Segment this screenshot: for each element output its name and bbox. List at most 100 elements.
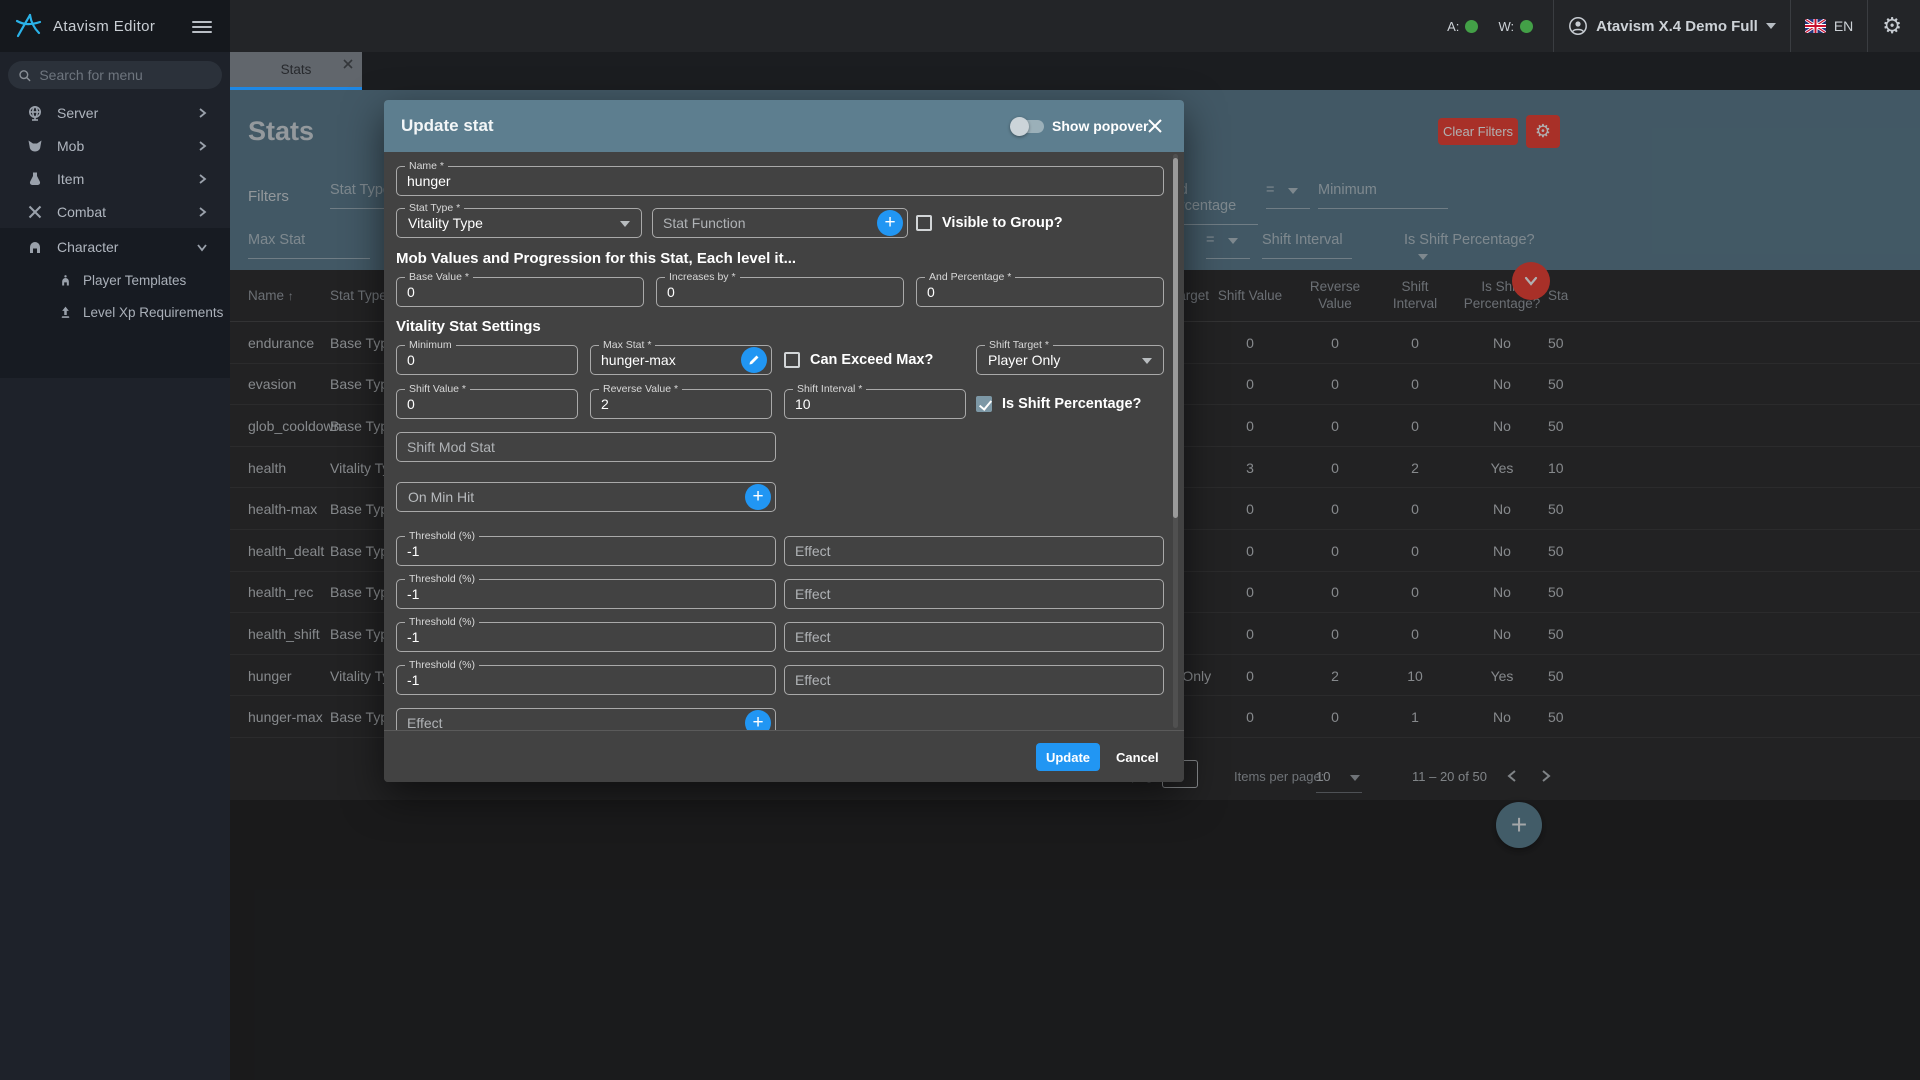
player-templates-icon	[58, 273, 73, 288]
profile-menu[interactable]: Atavism X.4 Demo Full	[1568, 16, 1776, 36]
sidebar: Server Mob Item Combat Character Player	[0, 52, 230, 1080]
server-globe-icon	[26, 104, 44, 122]
reverse-value-field[interactable]: Reverse Value *	[590, 389, 772, 419]
threshold-field[interactable]: Threshold (%)	[396, 536, 776, 566]
field-label: Shift Interval *	[793, 383, 866, 395]
language-label: EN	[1834, 18, 1853, 34]
sidebar-item-level-xp-requirements[interactable]: Level Xp Requirements	[0, 296, 230, 328]
combat-swords-icon	[26, 203, 44, 221]
effect-field[interactable]	[784, 579, 1164, 609]
dialog-close-icon[interactable]	[1146, 117, 1164, 135]
dialog-body: Name * Stat Type * Vitality Type + Visib…	[384, 152, 1184, 730]
checkbox-label: Can Exceed Max?	[810, 352, 933, 368]
sidebar-item-mob[interactable]: Mob	[0, 129, 230, 162]
item-flask-icon	[26, 170, 44, 188]
field-label: And Percentage *	[925, 271, 1015, 283]
plus-icon: +	[752, 712, 763, 730]
status-a-indicator	[1465, 20, 1478, 33]
effect-field[interactable]	[784, 665, 1164, 695]
update-button[interactable]: Update	[1036, 743, 1100, 771]
checkbox-label: Visible to Group?	[942, 215, 1063, 231]
toggle-knob	[1010, 117, 1029, 136]
sidebar-item-label: Character	[57, 239, 118, 255]
can-exceed-max-checkbox[interactable]: Can Exceed Max?	[784, 352, 933, 368]
on-min-hit-select[interactable]: On Min Hit +	[396, 482, 776, 512]
field-label: Base Value *	[405, 271, 473, 283]
chevron-down-icon	[1766, 23, 1776, 29]
caret-down-icon	[620, 221, 630, 227]
tab-stats[interactable]: Stats	[230, 52, 362, 90]
sidebar-item-server[interactable]: Server	[0, 96, 230, 129]
divider	[1553, 0, 1554, 52]
dialog-scrollbar-thumb[interactable]	[1173, 158, 1178, 518]
atavism-logo	[13, 11, 43, 41]
dialog-title: Update stat	[401, 116, 494, 136]
pencil-icon	[748, 354, 760, 366]
threshold-field[interactable]: Threshold (%)	[396, 579, 776, 609]
language-selector[interactable]: EN	[1805, 18, 1853, 34]
checkbox-unchecked[interactable]	[784, 352, 800, 368]
base-value-field[interactable]: Base Value *	[396, 277, 644, 307]
name-field[interactable]: Name *	[396, 166, 1164, 196]
field-label: Shift Target *	[985, 339, 1053, 351]
search-icon	[18, 68, 31, 83]
increases-by-field[interactable]: Increases by *	[656, 277, 904, 307]
shift-value-field[interactable]: Shift Value *	[396, 389, 578, 419]
stat-type-select[interactable]: Stat Type * Vitality Type	[396, 208, 642, 238]
threshold-field[interactable]: Threshold (%)	[396, 665, 776, 695]
chevron-right-icon	[196, 173, 208, 185]
shift-mod-stat-field[interactable]	[396, 432, 776, 462]
effect-field-partial[interactable]: +	[396, 708, 776, 730]
sidebar-item-character[interactable]: Character	[0, 230, 230, 263]
settings-gear-icon[interactable]: ⚙	[1882, 15, 1902, 37]
add-stat-function-button[interactable]: +	[877, 210, 903, 236]
sidebar-item-combat[interactable]: Combat	[0, 195, 230, 228]
show-popover-label: Show popover	[1052, 118, 1148, 134]
field-label: Reverse Value *	[599, 383, 682, 395]
sidebar-item-label: Combat	[57, 204, 106, 220]
add-on-min-hit-button[interactable]: +	[745, 484, 771, 510]
character-helmet-icon	[26, 238, 44, 256]
is-shift-percentage-checkbox[interactable]: Is Shift Percentage?	[976, 396, 1141, 412]
app-brand: Atavism Editor	[0, 0, 230, 52]
checkbox-checked[interactable]	[976, 396, 992, 412]
sidebar-item-item[interactable]: Item	[0, 162, 230, 195]
field-label: Threshold (%)	[405, 530, 479, 542]
field-label: Stat Type *	[405, 202, 464, 214]
tab-close-icon[interactable]	[342, 58, 354, 70]
field-label: Increases by *	[665, 271, 740, 283]
menu-toggle-icon[interactable]	[192, 18, 212, 36]
and-percentage-field[interactable]: And Percentage *	[916, 277, 1164, 307]
sidebar-item-label: Server	[57, 105, 98, 121]
threshold-field[interactable]: Threshold (%)	[396, 622, 776, 652]
user-circle-icon	[1568, 16, 1588, 36]
level-xp-icon	[58, 305, 73, 320]
visible-to-group-checkbox[interactable]: Visible to Group?	[916, 215, 1063, 231]
plus-icon: +	[752, 486, 763, 508]
sidebar-item-label: Mob	[57, 138, 84, 154]
top-bar: Atavism Editor A: W: Atavism X.4 Demo Fu…	[0, 0, 1920, 52]
chevron-right-icon	[196, 140, 208, 152]
tab-label: Stats	[281, 62, 312, 77]
effect-field[interactable]	[784, 536, 1164, 566]
shift-target-select[interactable]: Shift Target * Player Only	[976, 345, 1164, 375]
status-w-indicator	[1520, 20, 1533, 33]
caret-down-icon	[1142, 358, 1152, 364]
sidebar-item-player-templates[interactable]: Player Templates	[0, 264, 230, 296]
effect-field[interactable]	[784, 622, 1164, 652]
edit-max-stat-button[interactable]	[741, 347, 767, 373]
max-stat-field[interactable]: Max Stat *	[590, 345, 772, 375]
shift-interval-field[interactable]: Shift Interval *	[784, 389, 966, 419]
cancel-button[interactable]: Cancel	[1116, 743, 1159, 771]
checkbox-label: Is Shift Percentage?	[1002, 396, 1141, 412]
show-popover-toggle[interactable]	[1012, 120, 1044, 133]
sidebar-item-label: Player Templates	[83, 273, 186, 288]
add-effect-button[interactable]: +	[745, 710, 771, 730]
search-input[interactable]	[39, 67, 212, 83]
minimum-field[interactable]: Minimum	[396, 345, 578, 375]
stat-function-field[interactable]: +	[652, 208, 908, 238]
sidebar-search[interactable]	[8, 61, 222, 89]
plus-icon: +	[884, 212, 895, 234]
app-title: Atavism Editor	[53, 18, 155, 35]
checkbox-unchecked[interactable]	[916, 215, 932, 231]
